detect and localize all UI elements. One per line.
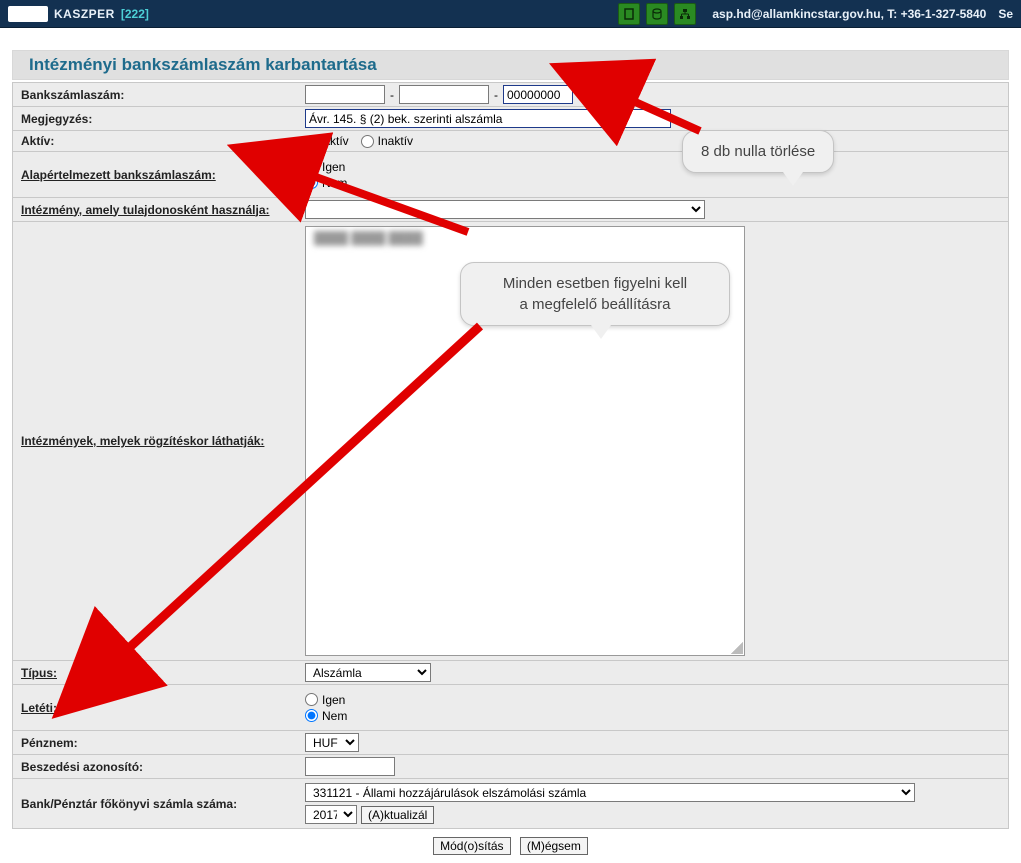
radio-inaktiv[interactable]: Inaktív — [361, 134, 413, 148]
penznem-select[interactable]: HUF — [305, 733, 359, 752]
megsem-button[interactable]: (M)égsem — [520, 837, 588, 855]
aktualizal-button[interactable]: (A)ktualizál — [361, 806, 434, 824]
acct-part3-input[interactable] — [503, 85, 573, 104]
tipus-select[interactable]: Alszámla — [305, 663, 431, 682]
dash2: - — [494, 88, 498, 102]
blurred-content: ████ ████ ████ — [306, 227, 744, 249]
logo-placeholder — [8, 6, 48, 22]
radio-aktiv[interactable]: Aktív — [305, 134, 349, 148]
beszed-input[interactable] — [305, 757, 395, 776]
modositas-button[interactable]: Mód(o)sítás — [433, 837, 510, 855]
trail-text: Se — [998, 7, 1013, 21]
tulaj-select[interactable] — [305, 200, 705, 219]
row-tulaj: Intézmény, amely tulajdonosként használj… — [13, 197, 1008, 221]
row-aktiv: Aktív: Aktív Inaktív — [13, 130, 1008, 151]
label-penznem: Pénznem: — [13, 731, 301, 754]
dash1: - — [390, 88, 394, 102]
radio-alap-nem[interactable]: Nem — [305, 176, 347, 190]
page-title-row: Intézményi bankszámlaszám karbantartása — [12, 50, 1009, 80]
label-fokonyv: Bank/Pénztár főkönyvi számla száma: — [13, 779, 301, 828]
resize-handle-icon — [731, 642, 743, 654]
row-beszed: Beszedési azonosító: — [13, 754, 1008, 778]
row-alap: Alapértelmezett bankszámlaszám: Igen Nem — [13, 151, 1008, 197]
acct-part1-input[interactable] — [305, 85, 385, 104]
radio-leteti-igen[interactable]: Igen — [305, 693, 345, 707]
megj-input[interactable] — [305, 109, 671, 128]
radio-alap-igen[interactable]: Igen — [305, 160, 345, 174]
form: Bankszámlaszám: - - Megjegyzés: Aktív: A… — [12, 82, 1009, 829]
button-row: Mód(o)sítás (M)égsem — [0, 829, 1021, 863]
row-leteti: Letéti: Igen Nem — [13, 684, 1008, 730]
contact-info: asp.hd@allamkincstar.gov.hu, T: +36-1-32… — [712, 7, 986, 21]
row-fokonyv: Bank/Pénztár főkönyvi számla száma: 3311… — [13, 778, 1008, 829]
app-name: KASZPER — [54, 7, 115, 21]
radio-leteti-nem[interactable]: Nem — [305, 709, 347, 723]
sitemap-icon[interactable] — [674, 3, 696, 25]
annotation-callout-1: 8 db nulla törlése — [682, 130, 834, 173]
database-icon[interactable] — [646, 3, 668, 25]
label-lathat: Intézmények, melyek rögzítéskor láthatjá… — [13, 222, 301, 660]
label-aktiv: Aktív: — [13, 131, 301, 151]
row-tipus: Típus: Alszámla — [13, 660, 1008, 684]
label-leteti: Letéti: — [13, 685, 301, 730]
page-title: Intézményi bankszámlaszám karbantartása — [29, 55, 992, 75]
label-megj: Megjegyzés: — [13, 107, 301, 130]
fokonyv-select[interactable]: 331121 - Állami hozzájárulások elszámolá… — [305, 783, 915, 802]
app-code: [222] — [121, 7, 149, 21]
label-bankszam: Bankszámlaszám: — [13, 83, 301, 106]
label-tipus: Típus: — [13, 661, 301, 684]
acct-part2-input[interactable] — [399, 85, 489, 104]
label-tulaj: Intézmény, amely tulajdonosként használj… — [13, 198, 301, 221]
export-icon[interactable] — [618, 3, 640, 25]
annotation-callout-2: Minden esetben figyelni kell a megfelelő… — [460, 262, 730, 326]
ev-select[interactable]: 2017 — [305, 805, 357, 824]
row-penznem: Pénznem: HUF — [13, 730, 1008, 754]
label-alap: Alapértelmezett bankszámlaszám: — [13, 152, 301, 197]
label-beszed: Beszedési azonosító: — [13, 755, 301, 778]
top-bar: KASZPER [222] asp.hd@allamkincstar.gov.h… — [0, 0, 1021, 28]
row-bankszam: Bankszámlaszám: - - — [13, 82, 1008, 106]
row-megj: Megjegyzés: — [13, 106, 1008, 130]
